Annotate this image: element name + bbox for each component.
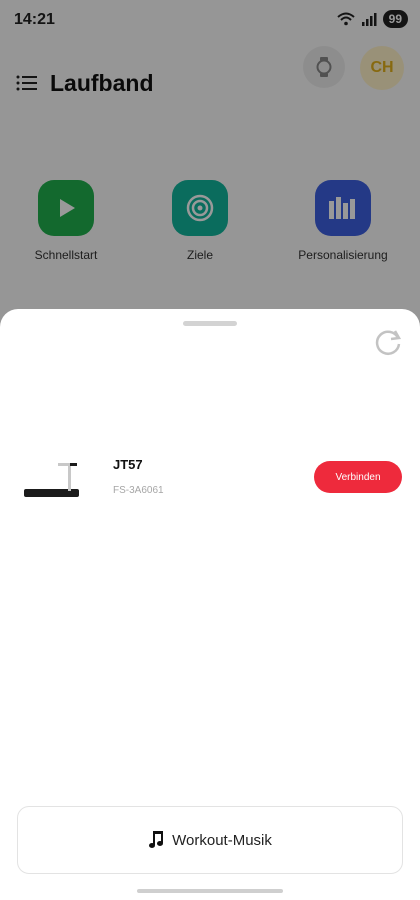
connect-button[interactable]: Verbinden (314, 461, 402, 493)
device-list-item[interactable]: JT57 FS-3A6061 Verbinden (0, 447, 420, 507)
music-note-icon (149, 831, 164, 848)
device-bottom-sheet: JT57 FS-3A6061 Verbinden Workout-Musik (0, 309, 420, 900)
home-indicator[interactable] (137, 889, 283, 893)
workout-music-label: Workout-Musik (172, 831, 272, 849)
workout-music-button[interactable]: Workout-Musik (17, 806, 403, 874)
treadmill-image (24, 463, 79, 497)
device-id: FS-3A6061 (113, 485, 164, 496)
drag-handle[interactable] (183, 321, 237, 326)
device-name: JT57 (113, 457, 143, 472)
refresh-icon[interactable] (373, 327, 403, 357)
